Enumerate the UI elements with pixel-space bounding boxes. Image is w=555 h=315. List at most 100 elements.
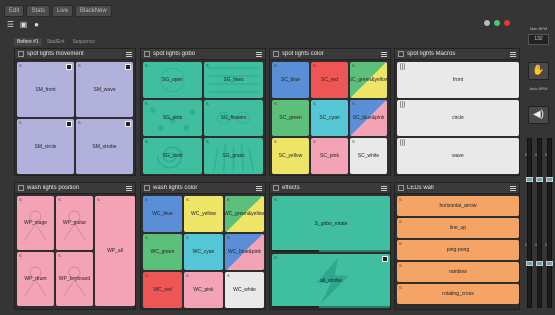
cue-button[interactable]: Srotating_cross — [397, 284, 519, 304]
menu-icon[interactable] — [381, 185, 387, 191]
macro-button[interactable]: [|] wave — [397, 138, 519, 174]
tb-blackout-button[interactable]: BlackNew — [75, 5, 112, 17]
cue-button[interactable]: S WP_stage — [17, 196, 54, 250]
fader-handle[interactable] — [526, 177, 533, 182]
panel-spot-lights-gobo: spot lights gobo S SG_open S SG_lines S SG_do… — [140, 48, 266, 176]
button-label: SM_front — [35, 86, 56, 93]
cue-button[interactable]: S SC_cyan — [311, 100, 348, 136]
power-icon[interactable]: ● — [32, 20, 41, 29]
tb-mode-button[interactable]: Live — [52, 5, 74, 17]
cue-button[interactable]: S WC_red — [143, 272, 182, 308]
cue-button[interactable]: S WC_yellow — [184, 196, 223, 232]
cue-button[interactable]: S WP_all — [95, 196, 135, 306]
button-index: S — [274, 139, 277, 144]
cue-button[interactable]: Sline_up — [397, 218, 519, 238]
menu-icon[interactable] — [256, 51, 262, 57]
button-label: SC_green — [279, 115, 302, 121]
menu-icon[interactable] — [126, 185, 132, 191]
cue-button[interactable]: S SG_grass — [204, 138, 263, 174]
cue-button[interactable]: S WC_white — [225, 272, 264, 308]
macro-icon: [|] — [400, 140, 405, 146]
cue-button[interactable]: S SC_yellow — [272, 138, 309, 174]
cue-button[interactable]: S SG_dots — [143, 100, 202, 136]
fader-handle[interactable] — [536, 177, 543, 182]
tb-edit-button[interactable]: Edit — [4, 5, 25, 17]
cue-button[interactable]: S SM_circle — [17, 119, 74, 174]
fader-handle[interactable] — [546, 177, 553, 182]
tab-2[interactable]: Stat/Ent — [44, 38, 68, 46]
fader-handle[interactable] — [536, 261, 543, 266]
progress-bar — [272, 250, 390, 252]
button-index: S — [145, 63, 148, 68]
fader-track[interactable] — [546, 138, 553, 308]
button-label: front — [452, 77, 463, 83]
cue-button[interactable]: S WC_blue&pink — [225, 234, 264, 270]
cue-button[interactable]: Sping-pong — [397, 240, 519, 260]
bpm-value-field[interactable]: 132 — [528, 34, 549, 45]
tb-stats-button[interactable]: Stats — [26, 5, 51, 17]
cue-button[interactable]: S WP_keyboard — [56, 252, 93, 306]
panel-icon — [144, 185, 150, 191]
cue-button[interactable]: S WC_green — [143, 234, 182, 270]
cue-button[interactable]: S SC_red — [311, 62, 348, 98]
cue-button[interactable]: S WP_drum — [17, 252, 54, 306]
fader-track[interactable] — [526, 138, 533, 308]
fader-handle[interactable] — [526, 261, 533, 266]
cue-button[interactable]: S S_gobo_rotate — [272, 196, 390, 252]
panel-spot-lights-macros: spot lights Macros [|] front [|] circle [|] w… — [394, 48, 520, 176]
cue-button[interactable]: S WC_blue — [143, 196, 182, 232]
cue-button[interactable]: S WP_guitar — [56, 196, 93, 250]
button-index: S — [19, 253, 22, 258]
menu-icon[interactable] — [126, 51, 132, 57]
tap-button[interactable]: ✋ — [528, 62, 549, 80]
cue-button[interactable]: S WC_pink — [184, 272, 223, 308]
panel-spot-lights-color: spot lights color S SC_blue S SC_red S SC_gre… — [269, 48, 391, 176]
button-label: SG_swirl — [162, 153, 183, 159]
cue-button[interactable]: S SC_green&yellow — [350, 62, 387, 98]
stop-icon — [125, 121, 131, 127]
cue-button[interactable]: S WC_cyan — [184, 234, 223, 270]
panel-title: spot lights movement — [27, 51, 84, 57]
cue-button[interactable]: S SC_green — [272, 100, 309, 136]
panel-title: effects — [282, 185, 300, 191]
cue-button[interactable]: S SG_open — [143, 62, 202, 98]
fader-handle[interactable] — [546, 261, 553, 266]
cue-button[interactable]: S SC_blue — [272, 62, 309, 98]
panel-icon — [273, 185, 279, 191]
button-label: WC_pink — [193, 287, 214, 293]
cue-button[interactable]: Srainbow — [397, 262, 519, 282]
fader-track[interactable] — [536, 138, 543, 308]
progress-bar — [272, 306, 390, 308]
cue-button[interactable]: S SG_lines — [204, 62, 263, 98]
speaker-icon[interactable]: ◀) — [528, 106, 549, 124]
cue-button[interactable]: S SG_flowers — [204, 100, 263, 136]
save-icon[interactable]: ▣ — [19, 20, 28, 29]
cue-button[interactable]: Sall_strobe — [272, 254, 390, 308]
macro-button[interactable]: [|] circle — [397, 100, 519, 136]
menu-icon[interactable] — [256, 185, 262, 191]
cue-button[interactable]: S SM_wave — [76, 62, 133, 117]
cue-button[interactable]: S SC_white — [350, 138, 387, 174]
tab-1[interactable]: Before #1 — [14, 38, 42, 46]
cue-button[interactable]: S SG_swirl — [143, 138, 202, 174]
button-index: S — [206, 139, 209, 144]
cue-button[interactable]: S SC_blue&pink — [350, 100, 387, 136]
button-index: S — [58, 197, 61, 202]
status-dot — [494, 20, 500, 26]
menu-icon[interactable]: ☰ — [6, 20, 15, 29]
menu-icon[interactable] — [510, 51, 516, 57]
button-label: SG_open — [161, 77, 184, 83]
panel-icon — [18, 51, 24, 57]
menu-icon[interactable] — [381, 51, 387, 57]
cue-button[interactable]: S SM_front — [17, 62, 74, 117]
cue-button[interactable]: Shorizontal_arrow — [397, 196, 519, 216]
menu-icon[interactable] — [510, 185, 516, 191]
cue-button[interactable]: S SM_strobe — [76, 119, 133, 174]
cue-button[interactable]: S SC_pink — [311, 138, 348, 174]
tab-3[interactable]: Sequence — [69, 38, 98, 46]
macro-button[interactable]: [|] front — [397, 62, 519, 98]
panel-wash-lights-color: wash lights color S WC_blue S WC_yellow S WC_… — [140, 182, 266, 310]
stop-icon — [66, 121, 72, 127]
cue-button[interactable]: S WC_green&yellow — [225, 196, 264, 232]
button-label: WC_green — [150, 249, 175, 255]
